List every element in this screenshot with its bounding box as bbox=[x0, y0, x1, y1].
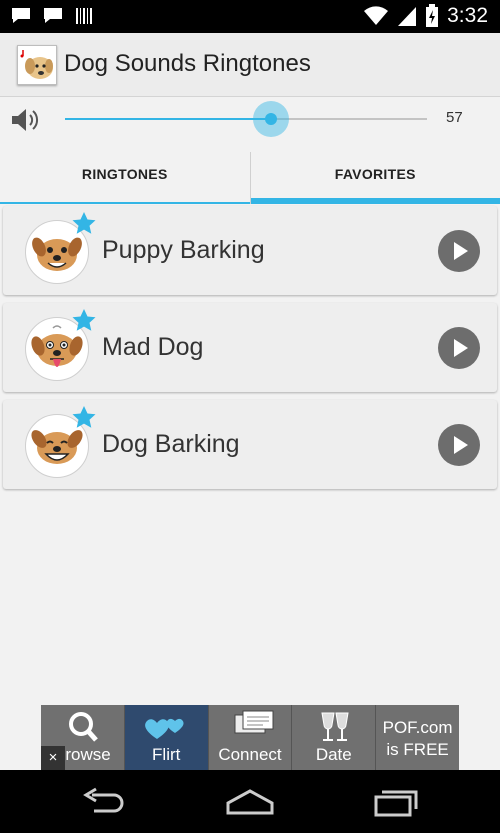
ad-flirt-button[interactable]: Flirt bbox=[124, 705, 209, 770]
wifi-icon bbox=[364, 6, 389, 25]
app-dog-icon[interactable] bbox=[17, 45, 57, 85]
tab-bar: RINGTONES FAVORITES bbox=[0, 152, 500, 204]
volume-control: 57 bbox=[0, 97, 500, 145]
battery-charging-icon bbox=[426, 4, 439, 27]
tab-ringtones-label: RINGTONES bbox=[81, 166, 168, 182]
navigation-bar bbox=[0, 770, 500, 833]
ad-promo-button[interactable]: POF.com is FREE bbox=[376, 705, 459, 770]
favorite-star-icon[interactable] bbox=[71, 405, 97, 431]
play-icon bbox=[454, 242, 468, 260]
ad-promo-text: POF.com is FREE bbox=[376, 717, 459, 761]
list-item-mad-dog[interactable]: Mad Dog bbox=[3, 303, 497, 392]
tab-favorites-label: FAVORITES bbox=[334, 166, 416, 182]
play-button[interactable] bbox=[438, 424, 480, 466]
hearts-icon bbox=[144, 718, 184, 739]
tab-indicator bbox=[250, 198, 500, 204]
back-icon[interactable] bbox=[80, 787, 128, 817]
favorite-star-icon[interactable] bbox=[71, 211, 97, 237]
signal-icon bbox=[398, 7, 417, 26]
sound-title: Dog Barking bbox=[102, 430, 240, 458]
app-title: Dog Sounds Ringtones bbox=[64, 50, 311, 77]
chat-bubble-icon bbox=[44, 8, 62, 23]
wine-glasses-icon bbox=[321, 712, 349, 741]
list-item-puppy-barking[interactable]: Puppy Barking bbox=[3, 206, 497, 295]
recents-icon[interactable] bbox=[372, 787, 420, 817]
ad-browse-button[interactable]: Browse × bbox=[41, 705, 125, 770]
play-icon bbox=[454, 339, 468, 357]
list-item-dog-barking[interactable]: Dog Barking bbox=[3, 400, 497, 489]
messages-icon bbox=[234, 710, 274, 734]
ad-flirt-label: Flirt bbox=[152, 745, 181, 764]
ad-banner[interactable]: Browse × Flirt Connect Date POF.com is F… bbox=[41, 705, 459, 770]
ad-connect-button[interactable]: Connect bbox=[208, 705, 293, 770]
magnifier-icon bbox=[69, 712, 98, 742]
volume-slider-fill bbox=[65, 118, 272, 120]
chat-bubble-icon bbox=[12, 8, 30, 23]
ad-promo-line-1: POF.com bbox=[382, 718, 453, 737]
action-bar: Dog Sounds Ringtones bbox=[0, 33, 500, 97]
favorite-star-icon[interactable] bbox=[71, 308, 97, 334]
barcode-icon bbox=[76, 8, 92, 24]
ad-connect-label: Connect bbox=[218, 745, 282, 764]
volume-slider[interactable] bbox=[65, 101, 427, 137]
ad-date-button[interactable]: Date bbox=[292, 705, 377, 770]
home-icon[interactable] bbox=[225, 787, 275, 817]
tab-indicator bbox=[0, 202, 250, 204]
favorites-list: Puppy Barking Mad Dog Dog Barking bbox=[3, 206, 497, 497]
play-button[interactable] bbox=[438, 327, 480, 369]
status-clock: 3:32 bbox=[447, 4, 488, 27]
play-icon bbox=[454, 436, 468, 454]
tab-ringtones[interactable]: RINGTONES bbox=[0, 152, 250, 204]
tab-favorites[interactable]: FAVORITES bbox=[249, 152, 500, 204]
ad-close-button[interactable]: × bbox=[41, 746, 65, 770]
sound-title: Mad Dog bbox=[102, 333, 204, 361]
ad-date-label: Date bbox=[315, 745, 352, 764]
volume-value: 57 bbox=[446, 109, 463, 126]
ad-promo-line-2: is FREE bbox=[386, 740, 449, 759]
speaker-icon[interactable] bbox=[10, 106, 42, 134]
play-button[interactable] bbox=[438, 230, 480, 272]
sound-title: Puppy Barking bbox=[102, 236, 265, 264]
status-bar: 3:32 bbox=[0, 0, 500, 33]
